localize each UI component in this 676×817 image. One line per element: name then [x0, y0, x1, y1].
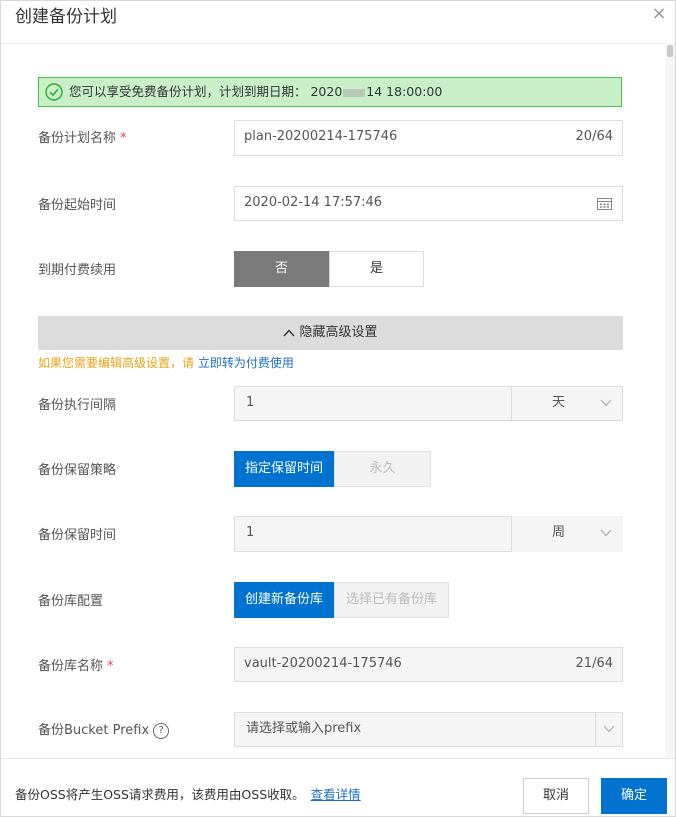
retention-time-input[interactable]: 1 周 — [234, 516, 623, 552]
start-time-value[interactable]: 2020-02-14 17:57:46 — [244, 187, 382, 219]
notice-text-date: 14 18:00:00 — [366, 84, 443, 99]
renew-option-no[interactable]: 否 — [234, 251, 329, 287]
advanced-toggle-label: 隐藏高级设置 — [299, 325, 378, 340]
vault-name-input[interactable]: vault-20200214-175746 21/64 — [234, 647, 623, 682]
create-backup-plan-dialog: 创建备份计划 × 您可以享受免费备份计划，计划到期日期： 2020 14 18:0… — [0, 0, 676, 817]
retention-unit-select[interactable]: 周 — [511, 516, 623, 552]
cancel-button[interactable]: 取消 — [523, 778, 589, 814]
interval-input[interactable]: 1 天 — [234, 386, 623, 422]
vault-option-select-existing[interactable]: 选择已有备份库 — [334, 582, 449, 618]
chevron-up-icon — [283, 328, 296, 336]
vault-config-label: 备份库配置 — [38, 594, 104, 609]
start-time-label: 备份起始时间 — [38, 198, 117, 213]
vault-name-value[interactable]: vault-20200214-175746 — [244, 648, 402, 680]
interval-label: 备份执行间隔 — [38, 398, 117, 413]
plan-name-input[interactable]: plan-20200214-175746 20/64 — [234, 120, 623, 156]
renew-option-yes[interactable]: 是 — [329, 251, 424, 287]
oss-fee-note: 备份OSS将产生OSS请求费用，该费用由OSS收取。 查看详情 — [15, 787, 361, 802]
dialog-header: 创建备份计划 × — [1, 1, 675, 44]
redacted-block — [343, 88, 366, 97]
required-mark: * — [107, 659, 114, 674]
dialog-footer: 备份OSS将产生OSS请求费用，该费用由OSS收取。 查看详情 取消 确定 — [1, 758, 675, 816]
advanced-settings-note: 如果您需要编辑高级设置，请 立即转为付费使用 — [38, 356, 294, 370]
help-icon[interactable]: ? — [153, 722, 170, 739]
check-circle-icon — [45, 83, 63, 101]
start-time-picker[interactable]: 2020-02-14 17:57:46 — [234, 186, 623, 221]
dialog-title: 创建备份计划 — [15, 7, 117, 27]
chevron-down-icon — [603, 725, 615, 733]
chevron-down-icon — [600, 399, 612, 407]
bucket-prefix-dropdown-toggle[interactable] — [595, 713, 623, 746]
retention-option-specified[interactable]: 指定保留时间 — [234, 451, 334, 487]
retention-time-label: 备份保留时间 — [38, 528, 117, 543]
retention-unit-value: 周 — [552, 525, 566, 540]
vault-name-counter: 21/64 — [575, 656, 613, 671]
bucket-prefix-placeholder[interactable]: 请选择或输入prefix — [246, 713, 361, 745]
plan-name-value[interactable]: plan-20200214-175746 — [244, 121, 397, 153]
retention-policy-label: 备份保留策略 — [38, 463, 117, 478]
interval-value[interactable]: 1 — [246, 387, 254, 419]
notice-text: 您可以享受免费备份计划，计划到期日期： 2020 — [69, 84, 343, 99]
vault-option-create-new[interactable]: 创建新备份库 — [234, 582, 334, 618]
bucket-prefix-label: 备份Bucket Prefix? — [38, 719, 170, 739]
vault-name-label: 备份库名称 * — [38, 659, 114, 674]
hide-advanced-settings-toggle[interactable]: 隐藏高级设置 — [38, 316, 623, 350]
plan-name-label: 备份计划名称 * — [38, 131, 127, 146]
chevron-down-icon — [600, 529, 612, 537]
interval-unit-value: 天 — [552, 395, 566, 410]
close-icon[interactable]: × — [649, 4, 669, 24]
view-details-link[interactable]: 查看详情 — [311, 787, 361, 802]
renew-label: 到期付费续用 — [38, 263, 117, 278]
scrollbar-thumb[interactable] — [667, 45, 673, 57]
plan-name-counter: 20/64 — [575, 129, 613, 144]
bucket-prefix-combobox[interactable]: 请选择或输入prefix — [234, 712, 623, 747]
retention-option-permanent[interactable]: 永久 — [334, 451, 431, 487]
scrollbar[interactable] — [665, 43, 675, 758]
free-plan-notice: 您可以享受免费备份计划，计划到期日期： 2020 14 18:00:00 — [38, 77, 622, 107]
required-mark: * — [120, 131, 127, 146]
convert-to-paid-link[interactable]: 立即转为付费使用 — [198, 356, 294, 370]
interval-unit-select[interactable]: 天 — [511, 386, 623, 422]
calendar-icon[interactable] — [597, 197, 612, 210]
confirm-button[interactable]: 确定 — [601, 778, 667, 814]
retention-time-value[interactable]: 1 — [246, 517, 254, 549]
